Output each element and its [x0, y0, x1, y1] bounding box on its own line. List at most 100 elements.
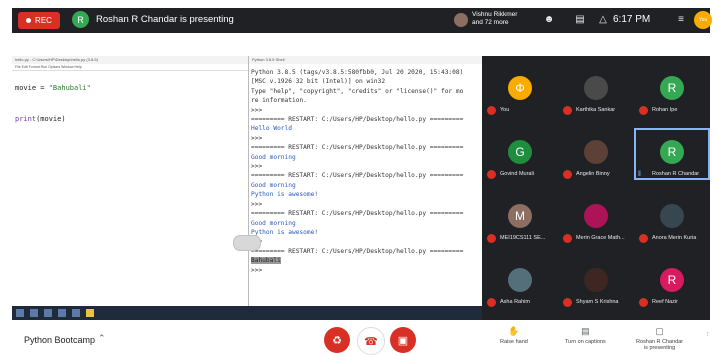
participant-tile[interactable]: R Reef Nazir — [634, 256, 710, 308]
presenting-line2: is presenting — [643, 345, 676, 351]
camera-off-button[interactable]: ▣ — [390, 327, 416, 353]
participant-name: You — [500, 107, 510, 113]
activities-icon[interactable]: △ — [596, 14, 610, 26]
muted-mic-icon — [563, 170, 572, 179]
raise-hand-label: Raise hand — [500, 339, 528, 345]
participant-name: Rohan Ipe — [652, 107, 678, 113]
participant-avatar: R — [660, 268, 684, 292]
settings-icon[interactable]: ≡ — [674, 14, 688, 26]
rec-label: REC — [35, 16, 52, 25]
participant-tile[interactable]: Karthika Sankar — [558, 64, 634, 116]
meeting-name[interactable]: Python Bootcamp — [24, 335, 95, 345]
shell-line: >>> — [251, 200, 263, 208]
participant-tile[interactable]: R ‖ Roshan R Chandar — [634, 128, 710, 180]
participant-tile[interactable]: Merin Grace Math... — [558, 192, 634, 244]
muted-mic-icon — [487, 106, 496, 115]
muted-mic-icon — [563, 106, 572, 115]
presenter-avatar: R — [72, 11, 89, 28]
participant-avatar: R — [660, 76, 684, 100]
taskbar-app-icon[interactable] — [30, 309, 38, 317]
shell-line: Hello World — [251, 125, 292, 133]
muted-mic-icon — [639, 298, 648, 307]
clock: 6:17 PM — [613, 14, 651, 25]
viewers-name: Vishnu Rikkmer — [472, 11, 518, 18]
participant-name: Anora Merin Kuria — [652, 235, 697, 241]
shell-line: Python is awesome! — [251, 191, 319, 199]
editor-menu: File Edit Format Run Options Window Help — [12, 64, 248, 71]
code-var: movie = — [15, 84, 49, 92]
captions-button[interactable]: ▤ Turn on captions — [565, 326, 606, 345]
chat-icon[interactable]: ▤ — [573, 14, 587, 26]
recording-badge: REC — [18, 12, 60, 29]
participant-tile[interactable]: Φ You — [482, 64, 558, 116]
participant-tile[interactable]: M MEI19CS111 SE... — [482, 192, 558, 244]
more-options-icon[interactable]: ⋮ — [705, 332, 711, 338]
code-line-1: movie = "Bahubali" — [15, 84, 91, 92]
windows-taskbar — [12, 306, 482, 320]
participant-tile[interactable]: R Rohan Ipe — [634, 64, 710, 116]
shell-line: ========= RESTART: C:/Users/HP/Desktop/h… — [251, 172, 464, 180]
participant-name: Merin Grace Math... — [576, 235, 625, 241]
muted-mic-icon — [487, 170, 496, 179]
taskbar-app-icon[interactable] — [44, 309, 52, 317]
viewers-more: and 72 more — [472, 19, 509, 26]
participant-tile[interactable]: Asha Rahim — [482, 256, 558, 308]
shell-line: Type "help", "copyright", "credits" or "… — [251, 87, 464, 95]
mic-off-button[interactable]: ♻ — [324, 327, 350, 353]
captions-icon: ▤ — [581, 326, 590, 336]
participant-name: Asha Rahim — [500, 299, 530, 305]
camera-off-icon: ▣ — [397, 334, 409, 347]
shell-line: ========= RESTART: C:/Users/HP/Desktop/h… — [251, 247, 464, 255]
bottom-bar: Python Bootcamp ⌃ ♻ ☎ ▣ ✋ Raise hand ▤ T… — [0, 320, 717, 355]
shell-output: Python 3.8.5 (tags/v3.8.5:580fbb0, Jul 2… — [251, 68, 463, 275]
participant-avatar — [584, 204, 608, 228]
python-shell-window[interactable]: Python 3.8.5 Shell Python 3.8.5 (tags/v3… — [249, 56, 482, 306]
raise-hand-button[interactable]: ✋ Raise hand — [500, 326, 528, 345]
participant-avatar: R — [660, 140, 684, 164]
muted-mic-icon — [639, 106, 648, 115]
participant-tile[interactable]: Shyam S Krishna — [558, 256, 634, 308]
shell-line: Good morning — [251, 153, 296, 161]
shell-line: Python is awesome! — [251, 228, 319, 236]
editor-title: hello.py - C:\Users\HP\Desktop\hello.py … — [12, 56, 248, 64]
shell-line: Bahubali — [251, 257, 281, 265]
captions-label: Turn on captions — [565, 339, 606, 345]
muted-mic-icon — [563, 298, 572, 307]
participant-avatar — [584, 268, 608, 292]
record-dot-icon — [26, 18, 32, 23]
participant-name: Govind Murali — [500, 171, 534, 177]
editor-window[interactable]: hello.py - C:\Users\HP\Desktop\hello.py … — [12, 56, 249, 306]
hand-icon: ✋ — [508, 326, 520, 336]
phone-icon: ☎ — [364, 335, 378, 348]
participant-tile[interactable]: Anora Merin Kuria — [634, 192, 710, 244]
participant-tile[interactable]: G Govind Murali — [482, 128, 558, 180]
code-arg: (movie) — [36, 115, 66, 123]
viewers-summary[interactable]: Vishnu Rikkmer and 72 more — [472, 11, 517, 27]
folder-icon[interactable] — [86, 309, 94, 317]
participant-tile[interactable]: Angelin Binny — [558, 128, 634, 180]
participant-avatar: G — [508, 140, 532, 164]
participant-name: Angelin Binny — [576, 171, 610, 177]
participant-avatar — [584, 76, 608, 100]
taskbar-app-icon[interactable] — [72, 309, 80, 317]
shell-line: [MSC v.1926 32 bit (Intel)] on win32 — [251, 78, 386, 86]
code-string: "Bahubali" — [48, 84, 91, 92]
presenting-button[interactable]: ▢ Roshan R Chandar is presenting — [636, 326, 683, 351]
people-icon[interactable]: ☻ — [542, 14, 556, 26]
shell-line: Good morning — [251, 181, 296, 189]
start-icon[interactable] — [16, 309, 24, 317]
shell-line: >>> — [251, 266, 263, 274]
self-avatar[interactable]: You — [694, 11, 712, 29]
participant-avatar — [584, 140, 608, 164]
participant-avatar: M — [508, 204, 532, 228]
leave-call-button[interactable]: ☎ — [357, 327, 385, 355]
meeting-header: REC R Roshan R Chandar is presenting Vis… — [12, 8, 712, 33]
shell-line: >>> — [251, 106, 263, 114]
speaking-icon: ‖ — [638, 171, 641, 178]
taskbar-app-icon[interactable] — [58, 309, 66, 317]
shell-line: ========= RESTART: C:/Users/HP/Desktop/h… — [251, 144, 464, 152]
muted-mic-icon — [487, 298, 496, 307]
chevron-up-icon[interactable]: ⌃ — [98, 333, 106, 344]
shell-line: Good morning — [251, 219, 296, 227]
muted-mic-icon — [639, 234, 648, 243]
